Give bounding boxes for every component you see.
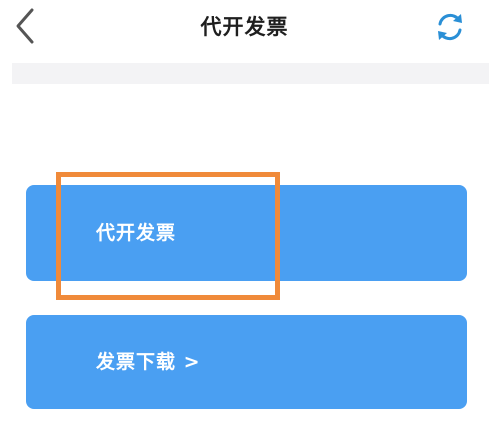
- section-divider: [12, 63, 489, 84]
- issue-invoice-button[interactable]: 代开发票: [26, 185, 467, 281]
- download-invoice-label: 发票下载 >: [96, 351, 201, 373]
- page-title: 代开发票: [200, 15, 289, 39]
- nav-bar: 代开发票: [0, 0, 489, 58]
- refresh-icon: [438, 13, 462, 41]
- screen: 代开发票 代开发票 发票下载 >: [0, 0, 489, 437]
- download-invoice-button[interactable]: 发票下载 >: [26, 315, 467, 409]
- issue-invoice-label: 代开发票: [96, 222, 177, 244]
- refresh-button[interactable]: [432, 9, 468, 45]
